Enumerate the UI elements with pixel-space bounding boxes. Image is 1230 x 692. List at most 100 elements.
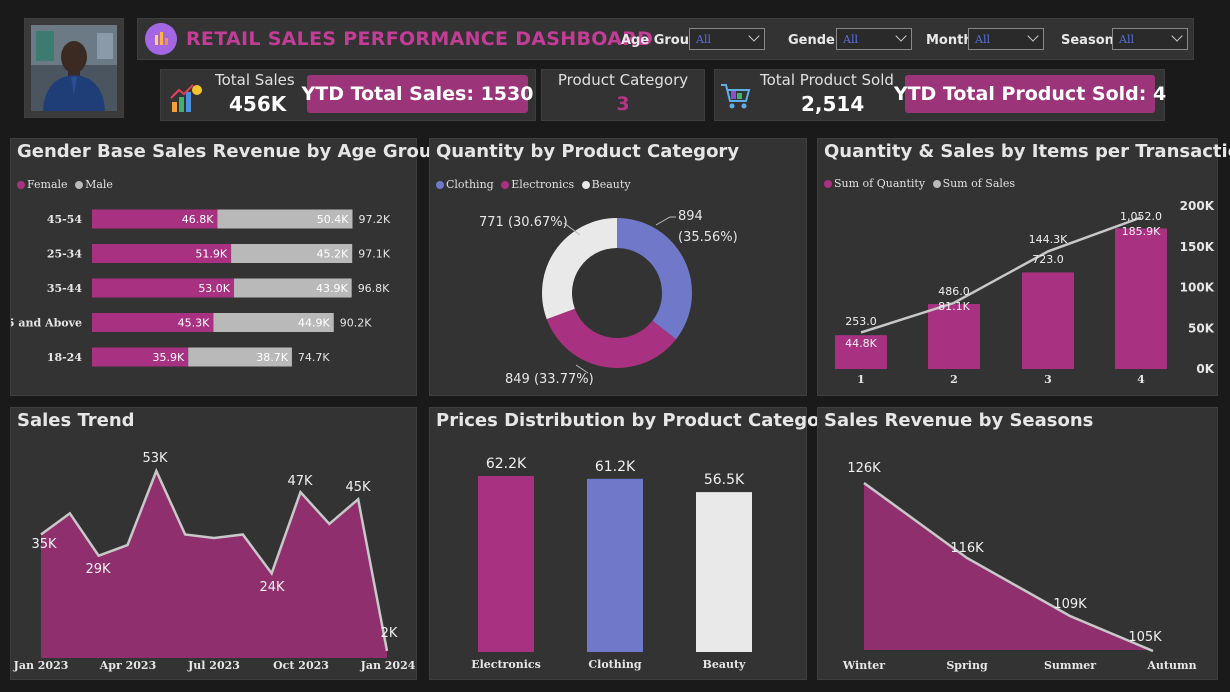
quantity-bar <box>928 304 980 369</box>
season-value-label: 109K <box>1053 597 1087 612</box>
x-tick-label: Clothing <box>588 658 642 671</box>
sales-line <box>860 216 1142 334</box>
quantity-value-label: 723.0 <box>1032 253 1064 266</box>
trend-value-label: 29K <box>85 562 111 577</box>
kpi-product-category-card: Product Category 3 <box>541 69 705 121</box>
beauty-slice <box>542 218 617 320</box>
total-product-sold-value: 2,514 <box>801 92 865 116</box>
x-tick-label: Jan 2024 <box>360 659 416 672</box>
chevron-down-icon <box>748 30 760 42</box>
month-dropdown[interactable]: All <box>968 28 1044 50</box>
items-per-tx-panel: Quantity & Sales by Items per Transactio… <box>817 138 1230 396</box>
trend-value-label: 24K <box>259 580 285 595</box>
trend-value-label: 53K <box>142 451 168 466</box>
age-category-label: 35-44 <box>47 282 83 295</box>
chevron-down-icon <box>895 30 907 42</box>
x-tick-label: 3 <box>1044 373 1052 386</box>
price-dist-panel: Prices Distribution by Product Category … <box>429 407 840 680</box>
male-value-label: 43.9K <box>316 282 348 295</box>
x-tick-label: Apr 2023 <box>99 659 156 672</box>
season-value-label: 105K <box>1128 630 1162 645</box>
seasons-title: Sales Revenue by Seasons <box>824 410 1094 431</box>
x-tick-label: Jan 2023 <box>13 659 69 672</box>
sales-trend-chart: 35K 29K 53K 24K 47K 45K 2K Jan 2023 Apr 2023 Jul … <box>13 451 416 672</box>
clothing-bar <box>587 478 643 652</box>
dashboard-title: RETAIL SALES PERFORMANCE DASHBOARD <box>186 28 654 50</box>
male-value-label: 50.4K <box>317 213 349 226</box>
seasons-area <box>864 483 1153 651</box>
female-value-label: 45.3K <box>178 317 210 330</box>
filter-label-season: Season <box>1061 33 1114 48</box>
x-tick-label: Beauty <box>703 658 747 671</box>
age-category-label: 25-34 <box>47 248 83 261</box>
female-value-label: 53.0K <box>198 282 230 295</box>
clothing-value-label: 894 <box>678 209 703 224</box>
x-tick-label: Spring <box>946 659 988 672</box>
beauty-value-label: 771 (30.67%) <box>479 215 568 230</box>
seasons-panel: Sales Revenue by Seasons 126K 116K 109K 105… <box>817 407 1218 680</box>
filter-label-month: Month <box>926 33 973 48</box>
sales-value-label: 144.3K <box>1029 233 1068 246</box>
ytd-total-sales-badge: YTD Total Sales: 1530 <box>302 75 533 113</box>
items-per-tx-title: Quantity & Sales by Items per Transactio… <box>824 141 1230 162</box>
filter-label-age-group: Age Group <box>621 33 699 48</box>
x-tick-label: Autumn <box>1146 659 1196 672</box>
total-sales-value: 456K <box>229 92 287 116</box>
age-category-label: 18-24 <box>47 351 83 364</box>
total-sales-label: Total Sales <box>215 71 295 89</box>
age-group-dropdown[interactable]: All <box>689 28 765 50</box>
total-value-label: 96.8K <box>358 282 390 295</box>
electronics-bar <box>478 476 534 652</box>
profile-panel <box>24 18 124 118</box>
x-tick-label: Winter <box>842 659 885 672</box>
header-bar: RETAIL SALES PERFORMANCE DASHBOARD Age G… <box>137 18 1194 60</box>
season-dropdown[interactable]: All <box>1112 28 1188 50</box>
trend-value-label: 35K <box>31 537 57 552</box>
total-value-label: 74.7K <box>298 351 330 364</box>
sales-trend-panel: Sales Trend 35K 29K 53K 24K 47K 45K 2K Jan 2023… <box>10 407 417 680</box>
filter-label-gender: Gender <box>788 33 842 48</box>
x-tick-label: 4 <box>1137 373 1145 386</box>
qty-category-panel: Quantity by Product Category Clothing El… <box>429 138 807 396</box>
product-category-value: 3 <box>616 93 630 115</box>
price-dist-chart: 62.2K Electronics 61.2K Clothing 56.5K Beauty <box>471 456 752 671</box>
product-category-label: Product Category <box>557 71 689 89</box>
x-tick-label: Summer <box>1044 659 1096 672</box>
male-value-label: 45.2K <box>317 248 349 261</box>
price-dist-title: Prices Distribution by Product Category <box>436 410 841 431</box>
female-value-label: 35.9K <box>152 351 184 364</box>
total-value-label: 97.2K <box>358 213 390 226</box>
total-value-label: 90.2K <box>340 317 372 330</box>
x-tick-label: Electronics <box>471 658 541 671</box>
season-value-label: 126K <box>847 461 881 476</box>
kpi-product-sold-card: Total Product Sold 2,514 YTD Total Produ… <box>714 69 1166 121</box>
shopping-cart-icon <box>721 84 751 109</box>
quantity-bar <box>1115 228 1167 369</box>
gender-age-title: Gender Base Sales Revenue by Age Group <box>17 141 445 162</box>
total-value-label: 97.1K <box>358 248 390 261</box>
male-value-label: 38.7K <box>256 351 288 364</box>
qty-category-chart: 894 (35.56%) 849 (33.77%) 771 (30.67%) <box>479 209 738 387</box>
ytd-product-sold-badge: YTD Total Product Sold: 4 <box>894 75 1166 113</box>
sales-value-label: 81.1K <box>938 300 970 313</box>
female-value-label: 51.9K <box>195 248 227 261</box>
beauty-bar <box>696 492 752 652</box>
sales-trend-title: Sales Trend <box>17 410 135 431</box>
y-tick-label: 200K <box>1180 199 1215 213</box>
trend-value-label: 2K <box>381 626 398 641</box>
chevron-down-icon <box>1027 30 1039 42</box>
trend-value-label: 45K <box>345 480 371 495</box>
gender-dropdown[interactable]: All <box>836 28 912 50</box>
kpi-total-sales-card: Total Sales 456K YTD Total Sales: 1530 <box>160 69 536 121</box>
price-value-label: 62.2K <box>486 456 527 472</box>
trend-value-label: 47K <box>287 474 313 489</box>
report-logo-icon <box>145 23 177 55</box>
gender-age-panel: Gender Base Sales Revenue by Age Group F… <box>10 138 445 396</box>
seasons-chart: 126K 116K 109K 105K Winter Spring Summer Autumn <box>842 461 1197 672</box>
quantity-value-label: 253.0 <box>845 315 877 328</box>
female-value-label: 46.8K <box>182 213 214 226</box>
sales-growth-icon <box>170 84 202 112</box>
x-tick-label: Oct 2023 <box>273 659 329 672</box>
quantity-bar <box>1022 272 1074 369</box>
age-category-label: 45-54 <box>47 213 83 226</box>
